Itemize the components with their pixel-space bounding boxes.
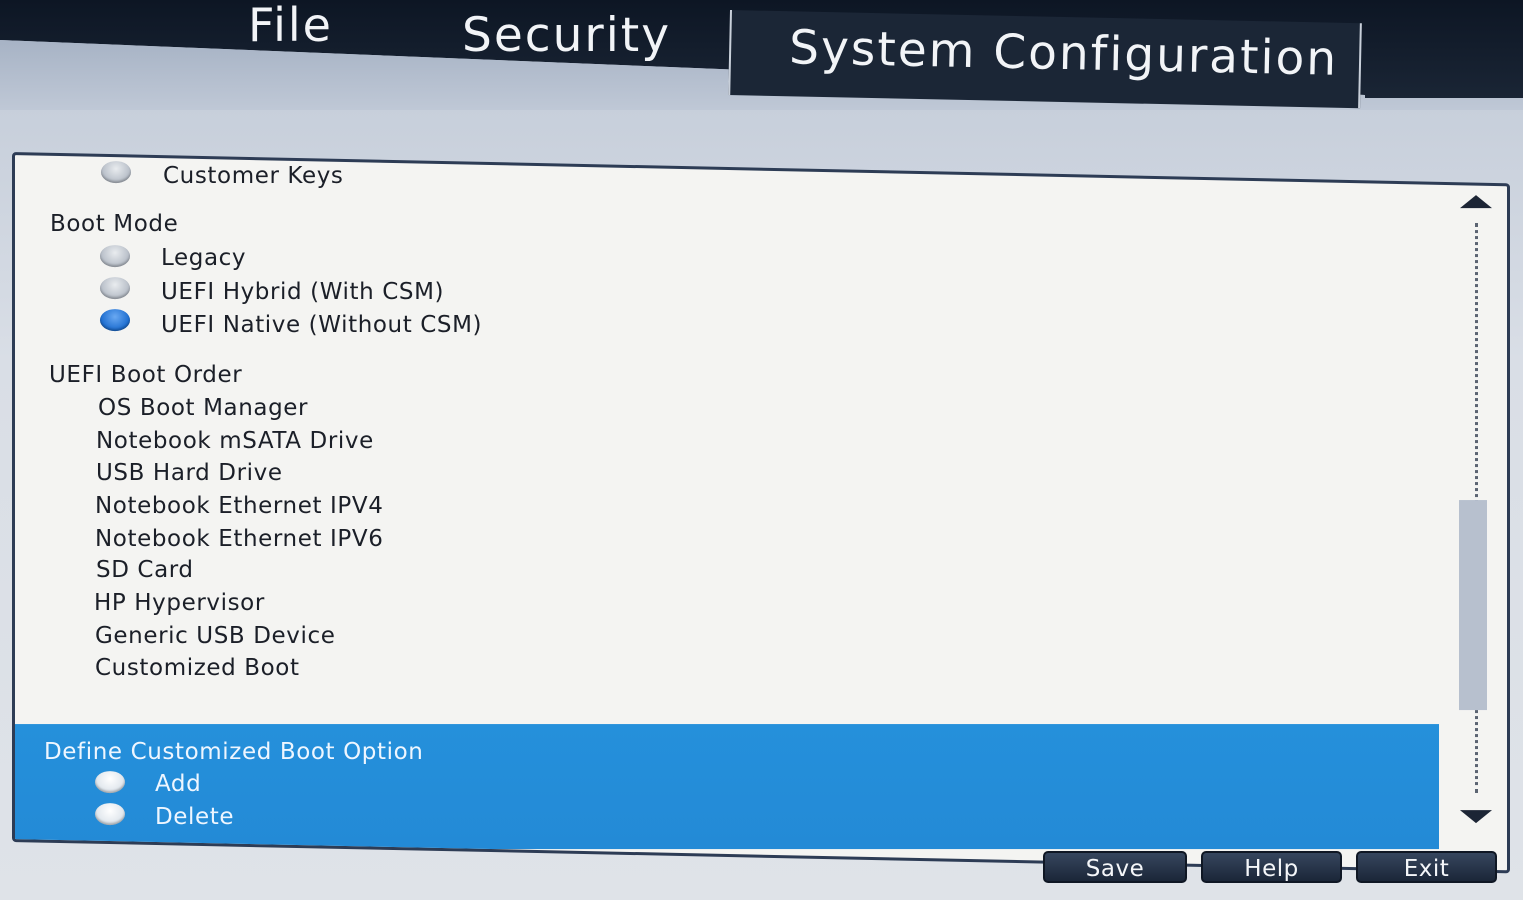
boot-order-item[interactable]: Notebook mSATA Drive xyxy=(96,428,374,454)
delete-label: Delete xyxy=(155,804,235,831)
boot-order-item[interactable]: OS Boot Manager xyxy=(98,395,308,421)
scroll-down-arrow-icon[interactable] xyxy=(1460,810,1492,824)
boot-mode-heading: Boot Mode xyxy=(50,211,179,238)
custom-boot-heading: Define Customized Boot Option xyxy=(44,739,424,766)
customer-keys-label: Customer Keys xyxy=(163,163,344,190)
tab-system-configuration[interactable]: System Configuration xyxy=(728,10,1362,109)
help-button[interactable]: Help xyxy=(1201,851,1342,883)
scroll-up-arrow-icon[interactable] xyxy=(1460,195,1492,209)
boot-order-item[interactable]: Notebook Ethernet IPV6 xyxy=(95,526,383,552)
boot-order-item[interactable]: SD Card xyxy=(96,557,194,583)
boot-order-item[interactable]: USB Hard Drive xyxy=(96,460,283,486)
legacy-label: Legacy xyxy=(161,245,247,272)
tab-file[interactable]: File xyxy=(248,0,333,52)
add-label: Add xyxy=(155,771,202,798)
tab-security[interactable]: Security xyxy=(462,8,671,63)
settings-content: Customer Keys Boot Mode Legacy UEFI Hybr… xyxy=(12,155,1507,850)
boot-order-item[interactable]: Customized Boot xyxy=(95,655,300,681)
settings-panel: Customer Keys Boot Mode Legacy UEFI Hybr… xyxy=(12,152,1510,874)
vertical-scrollbar[interactable] xyxy=(1458,195,1494,835)
delete-radio[interactable] xyxy=(95,803,125,826)
uefi-hybrid-label: UEFI Hybrid (With CSM) xyxy=(161,279,445,306)
legacy-radio[interactable] xyxy=(100,245,130,268)
exit-button[interactable]: Exit xyxy=(1356,851,1497,883)
add-radio[interactable] xyxy=(95,771,125,794)
boot-order-item[interactable]: HP Hypervisor xyxy=(94,590,265,616)
boot-order-item[interactable]: Notebook Ethernet IPV4 xyxy=(95,493,383,519)
customer-keys-radio[interactable] xyxy=(101,161,131,184)
scroll-thumb[interactable] xyxy=(1459,500,1487,711)
uefi-native-radio[interactable] xyxy=(100,309,130,332)
uefi-native-label: UEFI Native (Without CSM) xyxy=(161,312,483,339)
custom-boot-section[interactable]: Define Customized Boot Option Add Delete xyxy=(12,724,1439,850)
save-button[interactable]: Save xyxy=(1043,851,1187,883)
boot-order-item[interactable]: Generic USB Device xyxy=(95,623,336,649)
uefi-boot-order-heading: UEFI Boot Order xyxy=(49,362,243,389)
uefi-hybrid-radio[interactable] xyxy=(100,277,130,300)
